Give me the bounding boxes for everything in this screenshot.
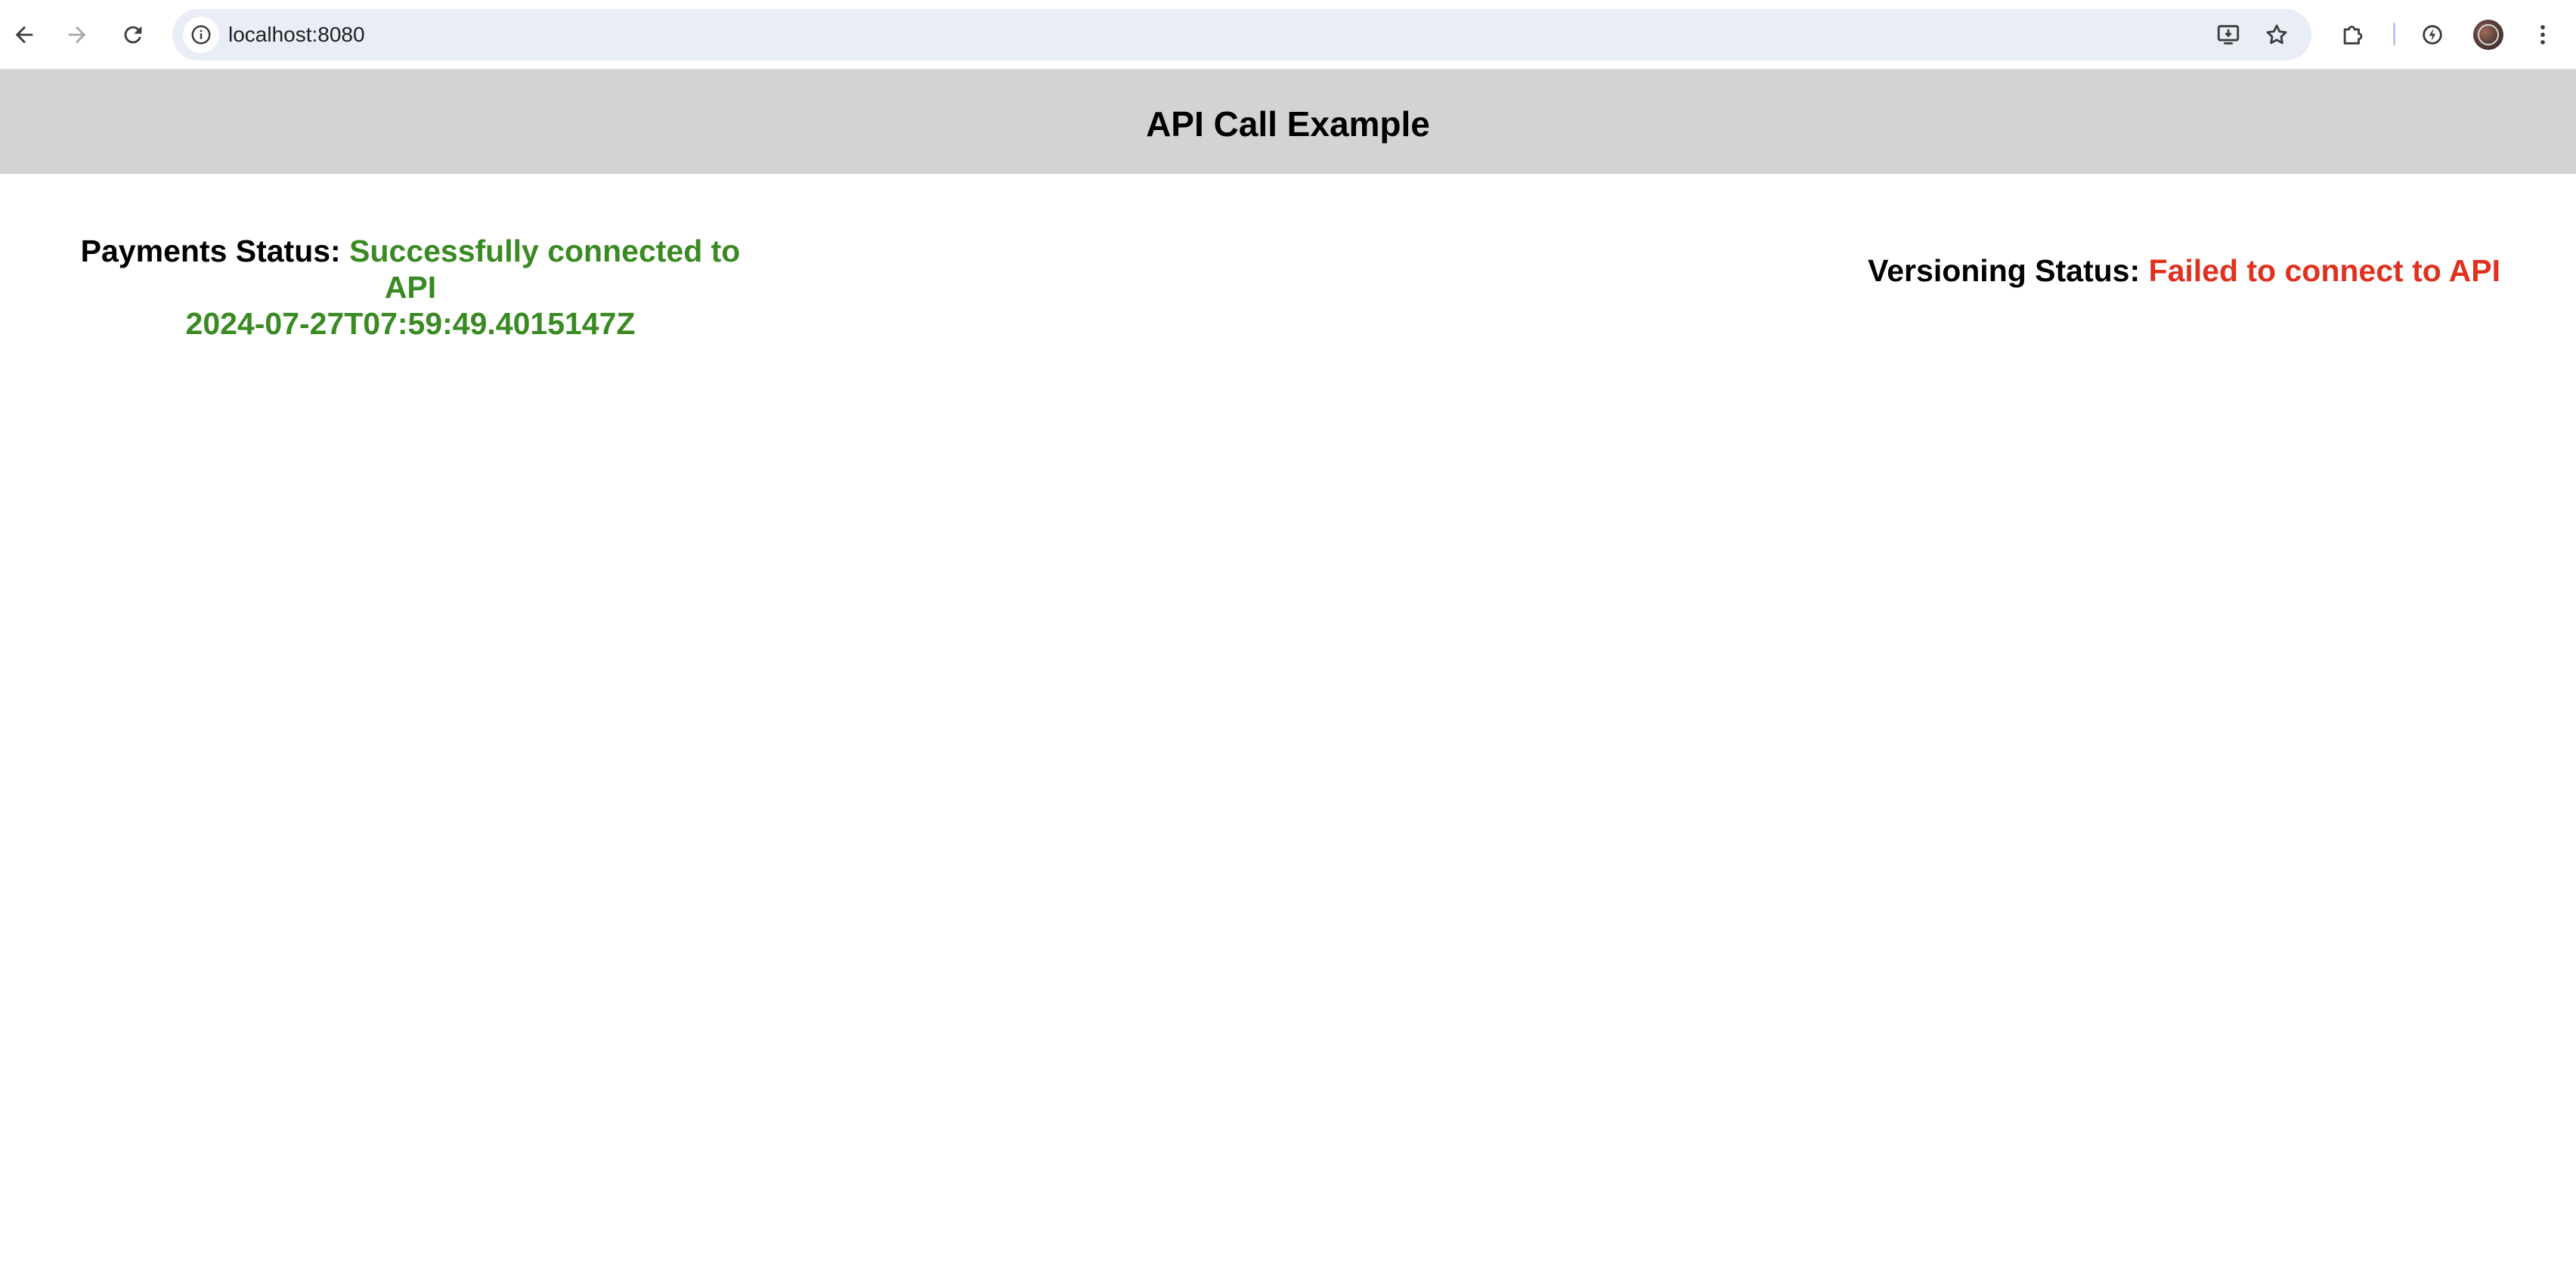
payments-status-timestamp: 2024-07-27T07:59:49.4015147Z [185, 306, 636, 341]
page-header: API Call Example [0, 70, 2576, 174]
info-icon [191, 25, 211, 45]
payments-status: Payments Status: Successfully connected … [65, 233, 756, 342]
browser-toolbar: localhost:8080 [0, 0, 2576, 70]
extensions-button[interactable] [2331, 14, 2373, 56]
payments-status-message: Successfully connected to API [349, 234, 741, 305]
puzzle-icon [2343, 25, 2363, 45]
page-title: API Call Example [1146, 104, 1430, 144]
kebab-menu-icon [2540, 25, 2545, 45]
back-button[interactable] [3, 14, 45, 56]
browser-menu-button[interactable] [2522, 14, 2564, 56]
versioning-status: Versioning Status: Failed to connect to … [1868, 252, 2500, 289]
arrow-right-icon [68, 26, 86, 44]
versioning-status-label: Versioning Status: [1868, 253, 2141, 288]
reload-icon [124, 26, 142, 44]
avatar[interactable] [2473, 20, 2503, 50]
site-info-button[interactable] [183, 17, 219, 53]
forward-button[interactable] [56, 14, 98, 56]
reload-button[interactable] [112, 14, 154, 56]
toolbar-divider [2393, 23, 2395, 45]
address-bar[interactable]: localhost:8080 [172, 9, 2311, 60]
bookmark-button[interactable] [2259, 17, 2295, 53]
performance-button[interactable] [2411, 14, 2454, 56]
install-app-icon [2217, 25, 2240, 45]
speedometer-icon [2423, 25, 2442, 45]
arrow-left-icon [15, 26, 33, 44]
url-text[interactable]: localhost:8080 [228, 9, 365, 60]
install-app-button[interactable] [2210, 17, 2246, 53]
payments-status-label: Payments Status: [80, 234, 341, 268]
versioning-status-message: Failed to connect to API [2148, 253, 2500, 288]
star-icon [2266, 24, 2287, 45]
